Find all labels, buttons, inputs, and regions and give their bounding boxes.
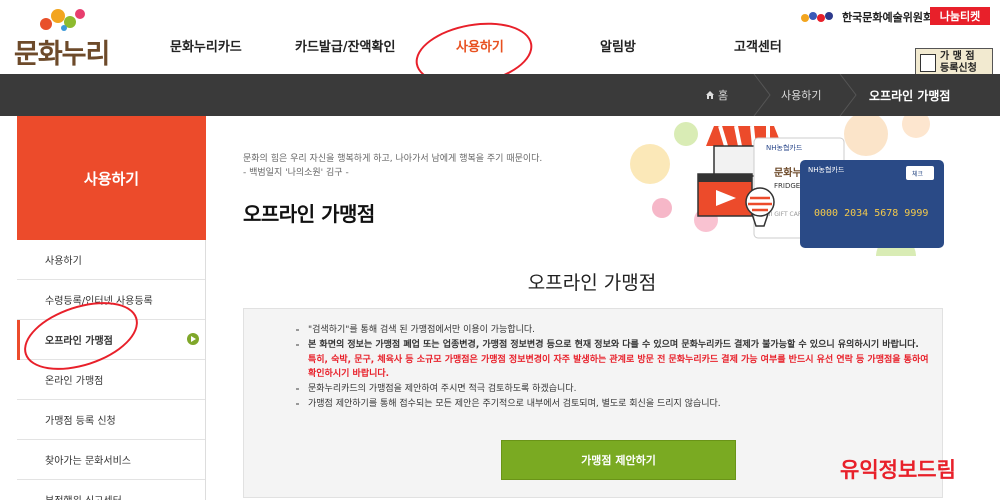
suggest-store-button[interactable]: 가맹점 제안하기 <box>501 440 736 480</box>
notice-item-warning: 특히, 숙박, 문구, 체육사 등 소규모 가맹점은 가맹점 정보변경이 자주 … <box>308 355 929 379</box>
sidebar-item-label: 가맹점 등록 신청 <box>45 416 116 427</box>
card-illustration: NH농협카드 문화누리 FRIDGE HI GIFT CARD 체크 NH농협카… <box>630 116 944 256</box>
arko-link[interactable]: 한국문화예술위원회 <box>800 8 933 26</box>
nav-item-support[interactable]: 고객센터 <box>734 36 782 55</box>
sidebar-item-label: 사용하기 <box>45 256 82 267</box>
page-title: 오프라인 가맹점 <box>243 202 375 226</box>
chevron-right-icon <box>753 74 771 116</box>
site-header: 문화누리 문화누리카드 카드발급/잔액확인 사용하기 알림방 고객센터 한국문화… <box>0 0 1000 94</box>
nanum-ticket-link[interactable]: 나눔티켓 <box>930 7 990 25</box>
breadcrumb-home-label: 홈 <box>718 89 729 102</box>
arko-name: 한국문화예술위원회 <box>842 11 934 24</box>
sidebar-item-label: 찾아가는 문화서비스 <box>45 456 131 467</box>
sidebar-item-usage[interactable]: 사용하기 <box>17 240 205 280</box>
sidebar-item-fraud-report[interactable]: 부정행위 신고센터 <box>17 480 205 500</box>
nav-item-card-issue[interactable]: 카드발급/잔액확인 <box>295 36 395 55</box>
breadcrumb: 홈 사용하기 오프라인 가맹점 <box>0 74 1000 116</box>
document-pen-icon <box>920 54 936 72</box>
content-title: 오프라인 가맹점 <box>527 272 657 294</box>
home-icon <box>706 91 714 99</box>
card-bank-blue-text: NH농협카드 <box>808 165 845 174</box>
quote-text: 문화의 힘은 우리 자신을 행복하게 하고, 나아가서 남에게 행복을 주기 때… <box>243 152 542 180</box>
card-brand2-text: FRIDGE <box>774 182 800 190</box>
sidebar-title: 사용하기 <box>17 116 206 240</box>
quote-author: - 백범일지 '나의소원' 김구 - <box>243 168 349 178</box>
breadcrumb-current: 오프라인 가맹점 <box>869 88 951 103</box>
site-logo[interactable]: 문화누리 <box>14 8 114 70</box>
card-badge-text: 체크 <box>912 170 924 178</box>
card-bank-text: NH농협카드 <box>766 143 803 152</box>
chevron-right-icon <box>839 74 857 116</box>
play-arrow-icon <box>187 333 199 345</box>
sidebar-item-store-register[interactable]: 가맹점 등록 신청 <box>17 400 205 440</box>
notice-list: "검색하기"를 통해 검색 된 가맹점에서만 이용이 가능합니다. 본 화면의 … <box>294 323 934 412</box>
nav-item-culture-card[interactable]: 문화누리카드 <box>170 36 242 55</box>
notice-item: 가맹점 제안하기를 통해 접수되는 모든 제안은 주기적으로 내부에서 검토되며… <box>294 397 934 411</box>
sidebar-item-label: 부정행위 신고센터 <box>45 492 122 500</box>
nav-item-notice[interactable]: 알림방 <box>600 36 636 55</box>
logo-dots-icon <box>40 9 85 31</box>
main-content: 문화의 힘은 우리 자신을 행복하게 하고, 나아가서 남에게 행복을 주기 때… <box>206 116 1000 500</box>
watermark-text: 유익정보드림 <box>840 458 956 482</box>
breadcrumb-home[interactable]: 홈 <box>705 74 728 116</box>
partner-register-text: 가 맹 점 등록신청 <box>940 51 977 75</box>
notice-item: "검색하기"를 통해 검색 된 가맹점에서만 이용이 가능합니다. <box>294 323 934 337</box>
breadcrumb-level1[interactable]: 사용하기 <box>781 74 821 116</box>
arko-logo-icon <box>801 12 833 22</box>
partner-register-line1: 가 맹 점 <box>940 51 975 62</box>
logo-text: 문화누리 <box>14 39 110 70</box>
card-number-text: 0000 2034 5678 9999 <box>814 208 928 219</box>
notice-item: 문화누리카드의 가맹점을 제안하여 주시면 적극 검토하도록 하겠습니다. <box>294 382 934 396</box>
quote-line: 문화의 힘은 우리 자신을 행복하게 하고, 나아가서 남에게 행복을 주기 때… <box>243 154 543 164</box>
notice-item: 본 화면의 정보는 가맹점 폐업 또는 업종변경, 가맹점 정보변경 등으로 현… <box>294 338 934 352</box>
sidebar-item-label: 온라인 가맹점 <box>45 376 104 387</box>
sidebar-item-visiting-service[interactable]: 찾아가는 문화서비스 <box>17 440 205 480</box>
